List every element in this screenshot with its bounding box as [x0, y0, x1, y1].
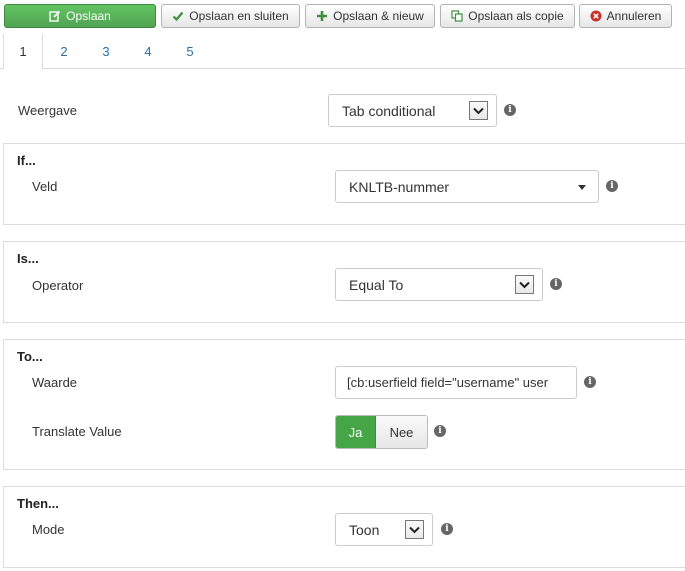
info-icon[interactable]: i — [550, 278, 562, 290]
weergave-label: Weergave — [18, 103, 78, 118]
info-icon[interactable]: i — [584, 376, 596, 388]
info-icon[interactable]: i — [606, 180, 618, 192]
toolbar: Opslaan Opslaan en sluiten Opslaan & nie… — [0, 0, 685, 32]
caret-down-icon — [578, 185, 586, 190]
is-title: Is... — [17, 251, 39, 266]
translate-value-toggle[interactable]: Ja Nee — [335, 415, 428, 449]
edit-icon — [49, 10, 61, 22]
toggle-no[interactable]: Nee — [376, 416, 427, 448]
save-new-label: Opslaan & nieuw — [333, 9, 424, 23]
waarde-input[interactable]: [cb:userfield field="username" user — [335, 366, 577, 399]
veld-label: Veld — [32, 179, 58, 194]
mode-select[interactable]: Toon — [335, 513, 433, 546]
cancel-label: Annuleren — [606, 9, 662, 23]
veld-value: KNLTB-nummer — [349, 178, 450, 195]
operator-select[interactable]: Equal To — [335, 268, 543, 301]
to-title: To... — [17, 349, 43, 364]
operator-value: Equal To — [349, 276, 404, 293]
plus-icon — [316, 10, 328, 22]
toggle-yes[interactable]: Ja — [336, 416, 376, 448]
then-title: Then... — [17, 496, 59, 511]
weergave-value: Tab conditional — [342, 102, 436, 119]
operator-label: Operator — [32, 278, 84, 293]
save-copy-button[interactable]: Opslaan als copie — [440, 4, 575, 28]
weergave-select[interactable]: Tab conditional — [328, 94, 497, 127]
mode-label: Mode — [32, 522, 65, 537]
save-copy-label: Opslaan als copie — [468, 9, 564, 23]
save-close-label: Opslaan en sluiten — [189, 9, 289, 23]
save-button[interactable]: Opslaan — [4, 4, 156, 28]
save-label: Opslaan — [66, 9, 111, 23]
chevron-down-icon — [515, 275, 534, 294]
mode-value: Toon — [349, 521, 380, 538]
check-icon — [172, 10, 184, 22]
waarde-label: Waarde — [32, 375, 78, 390]
translate-value-label: Translate Value — [32, 424, 122, 439]
save-close-button[interactable]: Opslaan en sluiten — [161, 4, 300, 28]
info-icon[interactable]: i — [434, 425, 446, 437]
tab-bar: 1 2 3 4 5 — [0, 34, 685, 70]
tab-2[interactable]: 2 — [44, 34, 84, 69]
if-title: If... — [17, 153, 36, 168]
to-panel: To... Waarde Translate Value — [3, 339, 685, 470]
cancel-circle-icon — [590, 10, 602, 22]
cancel-button[interactable]: Annuleren — [579, 4, 672, 28]
info-icon[interactable]: i — [441, 523, 453, 535]
copy-icon — [451, 10, 463, 22]
tab-3[interactable]: 3 — [86, 34, 126, 69]
tab-4[interactable]: 4 — [128, 34, 168, 69]
tab-1[interactable]: 1 — [3, 34, 43, 70]
chevron-down-icon — [469, 101, 488, 120]
tab-5[interactable]: 5 — [170, 34, 210, 69]
chevron-down-icon — [405, 520, 424, 539]
info-icon[interactable]: i — [504, 104, 516, 116]
veld-select[interactable]: KNLTB-nummer — [335, 170, 599, 203]
save-new-button[interactable]: Opslaan & nieuw — [305, 4, 435, 28]
